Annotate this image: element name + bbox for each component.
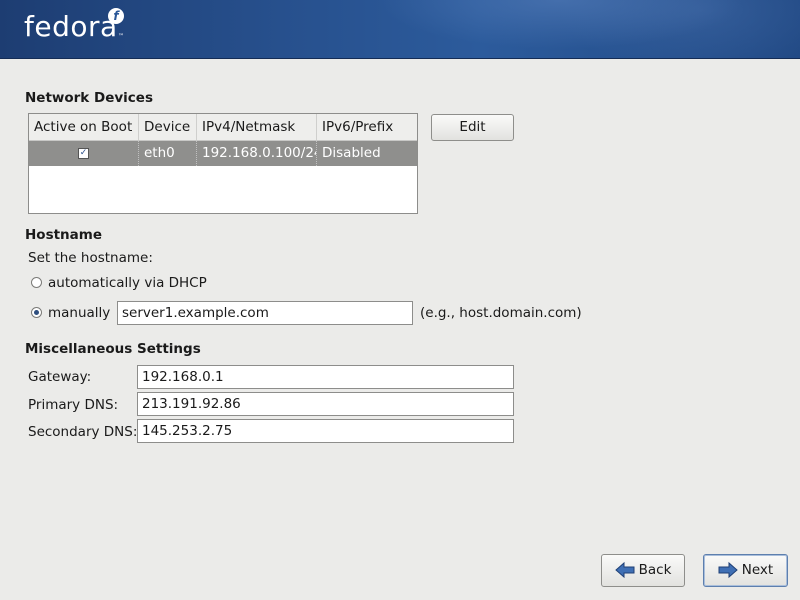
trademark-mark: ™ (118, 33, 124, 40)
edit-button[interactable]: Edit (431, 114, 514, 141)
secondary-dns-input[interactable]: 145.253.2.75 (137, 419, 514, 443)
hostname-prompt: Set the hostname: (28, 250, 153, 266)
hostname-heading: Hostname (25, 227, 103, 243)
dhcp-radio[interactable] (31, 277, 42, 288)
primary-dns-label: Primary DNS: (28, 397, 119, 413)
manual-radio[interactable] (31, 307, 42, 318)
fedora-infinity-icon: f (108, 8, 124, 24)
dhcp-radio-label[interactable]: automatically via DHCP (48, 275, 207, 291)
next-button[interactable]: Next (703, 554, 788, 587)
edit-button-label: Edit (459, 119, 486, 135)
next-button-label: Next (741, 562, 774, 578)
hostname-hint: (e.g., host.domain.com) (420, 305, 582, 321)
back-button-label: Back (638, 562, 672, 578)
column-header-device[interactable]: Device (139, 114, 197, 140)
primary-dns-input[interactable]: 213.191.92.86 (137, 392, 514, 416)
gateway-input[interactable]: 192.168.0.1 (137, 365, 514, 389)
back-arrow-icon (614, 561, 635, 579)
active-on-boot-checkbox[interactable]: ✓ (78, 148, 89, 159)
hostname-input[interactable]: server1.example.com (117, 301, 413, 325)
table-row[interactable]: ✓ eth0 192.168.0.100/24 Disabled (29, 141, 417, 166)
misc-settings-heading: Miscellaneous Settings (25, 341, 201, 357)
column-header-ipv6[interactable]: IPv6/Prefix (317, 114, 415, 140)
header-banner: fedora f ™ (0, 0, 800, 59)
gateway-label: Gateway: (28, 369, 92, 385)
next-arrow-icon (718, 561, 738, 579)
ipv6-cell: Disabled (322, 145, 381, 161)
column-header-ipv4[interactable]: IPv4/Netmask (197, 114, 317, 140)
network-devices-table: Active on Boot Device IPv4/Netmask IPv6/… (28, 113, 418, 214)
active-on-boot-cell: ✓ (29, 141, 139, 166)
table-header: Active on Boot Device IPv4/Netmask IPv6/… (29, 114, 417, 141)
back-button[interactable]: Back (601, 554, 685, 587)
device-cell: eth0 (139, 141, 197, 166)
ipv4-cell: 192.168.0.100/24 (197, 141, 317, 166)
network-devices-heading: Network Devices (25, 90, 153, 106)
fedora-logo: fedora (24, 10, 118, 43)
manual-radio-label[interactable]: manually (48, 305, 110, 321)
secondary-dns-label: Secondary DNS: (28, 424, 138, 440)
column-header-active[interactable]: Active on Boot (29, 114, 139, 140)
